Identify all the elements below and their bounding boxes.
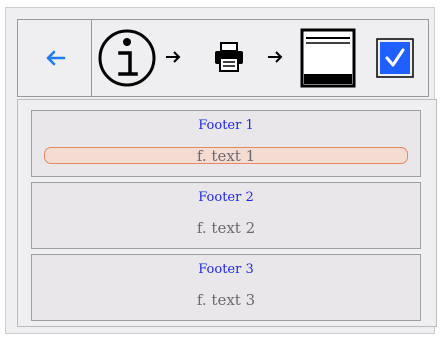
footer-section-1: Footer 1 f. text 1 [31, 110, 421, 177]
footer-text-field[interactable]: f. text 3 [32, 291, 420, 309]
checkbox-icon[interactable] [376, 38, 414, 78]
printer-icon[interactable] [212, 40, 246, 74]
footer-title: Footer 1 [198, 118, 254, 133]
footer-text-field[interactable]: f. text 1 [44, 147, 408, 164]
back-button[interactable] [17, 19, 93, 97]
back-arrow-icon [46, 50, 66, 66]
wizard-toolbar [91, 19, 429, 97]
footer-text-field[interactable]: f. text 2 [32, 219, 420, 237]
arrow-right-icon [268, 51, 283, 63]
footer-list: Footer 1 f. text 1 Footer 2 f. text 2 Fo… [17, 99, 437, 327]
info-icon[interactable] [96, 27, 158, 89]
app-window: Footer 1 f. text 1 Footer 2 f. text 2 Fo… [5, 7, 437, 334]
footer-title: Footer 2 [198, 190, 254, 205]
footer-section-2: Footer 2 f. text 2 [31, 182, 421, 249]
print-preview-icon[interactable] [300, 28, 356, 88]
footer-title: Footer 3 [198, 262, 254, 277]
arrow-right-icon [166, 51, 181, 63]
footer-section-3: Footer 3 f. text 3 [31, 254, 421, 321]
